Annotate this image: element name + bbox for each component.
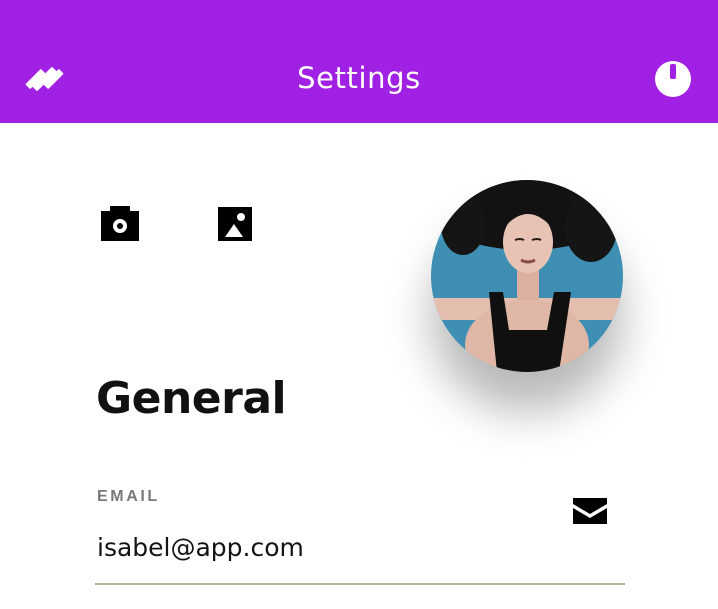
app-header: Settings xyxy=(0,0,718,123)
section-title: General xyxy=(96,373,287,424)
camera-button[interactable] xyxy=(99,205,141,243)
power-icon xyxy=(655,61,691,97)
page-title: Settings xyxy=(297,61,421,95)
camera-icon xyxy=(101,206,139,241)
image-button[interactable] xyxy=(217,206,253,242)
email-label: EMAIL xyxy=(97,488,160,505)
email-input[interactable] xyxy=(95,528,627,566)
profile-photo[interactable] xyxy=(431,180,623,372)
image-icon xyxy=(218,207,252,241)
mail-icon xyxy=(571,496,609,526)
power-button[interactable] xyxy=(652,58,694,100)
email-underline xyxy=(95,583,625,585)
